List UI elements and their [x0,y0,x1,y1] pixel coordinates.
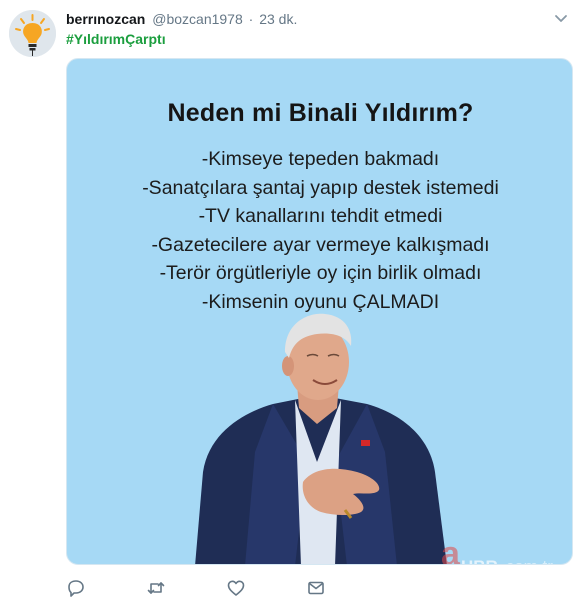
svg-text:.com.tr: .com.tr [501,557,553,565]
tweet-image[interactable]: Neden mi Binali Yıldırım? -Kimseye teped… [66,58,573,565]
svg-text:HBR: HBR [461,557,498,565]
like-button[interactable] [226,578,246,598]
envelope-icon [308,581,324,595]
image-line: -Gazetecilere ayar vermeye kalkışmadı [151,233,490,256]
retweet-button[interactable] [146,578,166,598]
politician-photo [195,313,447,564]
image-line: -Sanatçılara şantaj yapıp destek istemed… [142,176,499,199]
retweet-icon [147,582,165,594]
image-line: -Terör örgütleriyle oy için birlik olmad… [159,262,482,284]
reply-icon [68,580,84,597]
svg-text:a: a [441,537,461,565]
reply-button[interactable] [66,578,86,598]
tweet-header: berrınozcan @bozcan1978 · 23 dk. [66,10,566,28]
image-line: -Kimseye tepeden bakmadı [201,148,440,170]
chevron-down-icon [555,15,567,22]
avatar[interactable] [9,10,56,57]
user-handle[interactable]: @bozcan1978 [152,11,243,27]
hbr-watermark: a HBR .com.tr [441,537,553,565]
more-options-button[interactable] [553,10,569,26]
tweet-actions [66,578,366,598]
image-line: -TV kanallarını tehdit etmedi [198,205,443,227]
heart-icon [227,580,245,596]
hashtag-link[interactable]: #YıldırımÇarptı [66,30,166,48]
direct-message-button[interactable] [306,578,326,598]
image-text-lines: -Kimseye tepeden bakmadı -Sanatçılara şa… [67,145,572,316]
separator: · [248,11,254,27]
ak-party-bulb-icon [9,10,56,57]
tweet: berrınozcan @bozcan1978 · 23 dk. #Yıldır… [0,0,582,604]
display-name[interactable]: berrınozcan [66,11,145,27]
timestamp[interactable]: 23 dk. [259,11,297,27]
image-title: Neden mi Binali Yıldırım? [167,99,474,127]
